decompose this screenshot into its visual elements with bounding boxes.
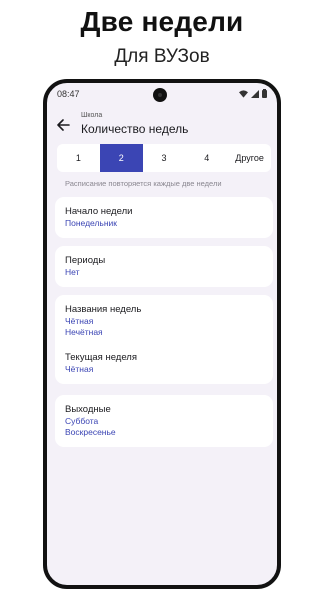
periods-card[interactable]: Периоды Нет [55,246,273,287]
app-bar: Школа Количество недель [47,109,277,139]
current-week-label: Текущая неделя [65,352,137,363]
promo-subtitle: Для ВУЗов [114,46,210,67]
arrow-back-icon[interactable] [55,117,71,133]
week-start-value: Понедельник [65,218,118,228]
current-week-value: Чётная [65,364,94,374]
week-option-2[interactable]: 2 [99,144,143,172]
week-option-3[interactable]: 3 [143,144,186,172]
week-start-card[interactable]: Начало недели Понедельник [55,197,273,238]
week-names-label: Названия недель [65,304,142,315]
status-time: 08:47 [57,89,80,99]
weekend-saturday: Суббота [65,416,99,426]
periods-label: Периоды [65,255,106,266]
week-name-odd: Нечётная [65,327,103,337]
appbar-subtitle: Школа [81,112,103,119]
signal-icon [251,89,259,98]
week-option-1[interactable]: 1 [57,144,100,172]
promo-title: Две недели [80,6,244,37]
week-option-other[interactable]: Другое [228,144,271,172]
status-icons [239,89,267,98]
wifi-icon [239,89,248,98]
weekends-card[interactable]: Выходные Суббота Воскресенье [55,395,273,447]
week-count-selector: 1 2 3 4 Другое [57,144,271,172]
week-start-label: Начало недели [65,206,133,217]
week-option-4[interactable]: 4 [185,144,228,172]
phone-frame: 08:47 Школа Количество недель 1 2 3 4 Др… [43,79,281,589]
week-name-even: Чётная [65,316,94,326]
weeks-card: Названия недель Чётная Нечётная Текущая … [55,295,273,384]
current-week-row[interactable]: Текущая неделя Чётная [55,346,273,384]
weekends-label: Выходные [65,404,111,415]
page-title: Количество недель [81,122,189,136]
weekend-sunday: Воскресенье [65,427,116,437]
battery-icon [262,89,267,98]
week-names-row[interactable]: Названия недель Чётная Нечётная [55,295,273,346]
periods-value: Нет [65,267,80,277]
repeat-hint: Расписание повторяется каждые две недели [65,179,222,188]
camera-cutout [153,88,167,102]
